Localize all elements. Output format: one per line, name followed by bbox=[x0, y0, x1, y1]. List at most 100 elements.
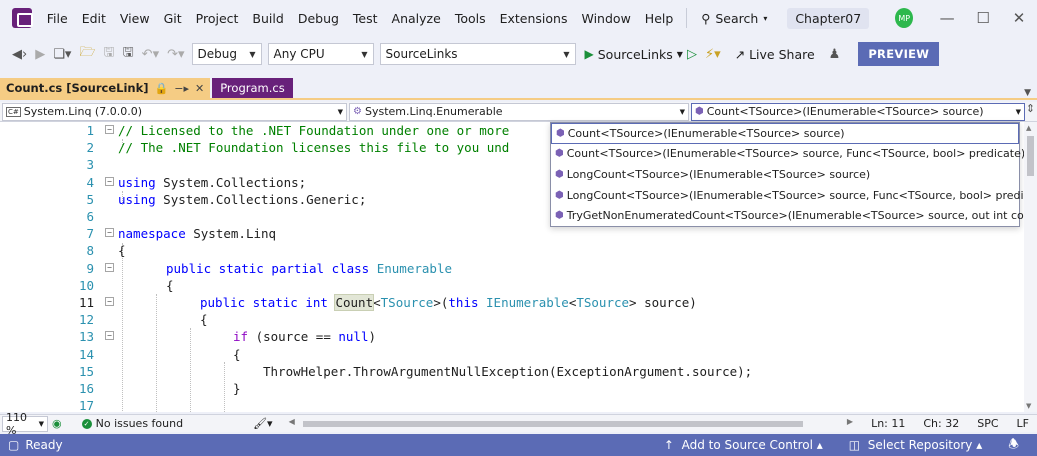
solution-name-badge[interactable]: Chapter07 bbox=[787, 7, 870, 29]
line-number: 11 bbox=[78, 295, 94, 310]
save-all-icon[interactable]: 🖫 bbox=[119, 43, 138, 65]
scroll-right-icon[interactable]: ▶ bbox=[847, 417, 853, 430]
type-select[interactable]: ⚙ System.Linq.Enumerable ▼ bbox=[349, 102, 689, 121]
menu-project[interactable]: Project bbox=[189, 11, 246, 26]
output-icon[interactable]: ▢ bbox=[8, 438, 19, 452]
select-repository-button[interactable]: ◫ Select Repository ▴ bbox=[849, 438, 982, 452]
menu-extensions[interactable]: Extensions bbox=[493, 11, 575, 26]
menu-debug[interactable]: Debug bbox=[291, 11, 346, 26]
vertical-scrollbar[interactable]: ▲ ▼ bbox=[1024, 122, 1037, 412]
feedback-icon[interactable]: ♟ bbox=[825, 47, 845, 62]
menu-test[interactable]: Test bbox=[346, 11, 385, 26]
chevron-down-icon: ▼ bbox=[1015, 107, 1021, 116]
issues-indicator[interactable]: ✓ No issues found bbox=[81, 417, 183, 430]
search-icon: ⚲ bbox=[701, 10, 711, 26]
code-line: 15 ThrowHelper.ThrowArgumentNullException… bbox=[0, 363, 1024, 380]
dropdown-item-selected[interactable]: ⬢ Count<TSource>(IEnumerable<TSource> sou… bbox=[551, 123, 1019, 144]
open-folder-icon[interactable]: 🗁 bbox=[75, 43, 99, 65]
code-text: ThrowHelper.ThrowArgumentNullException(E… bbox=[263, 363, 753, 379]
method-name-highlight[interactable]: Count bbox=[334, 294, 375, 311]
method-icon: ⬢ bbox=[695, 106, 704, 117]
new-project-icon[interactable]: ❏▾ bbox=[49, 47, 75, 62]
undo-icon[interactable]: ↶▾ bbox=[138, 47, 163, 62]
startup-project-value: SourceLinks bbox=[385, 47, 458, 61]
menu-help[interactable]: Help bbox=[638, 11, 681, 26]
split-editor-icon[interactable]: ⇕ bbox=[1024, 102, 1037, 122]
startup-project-select[interactable]: SourceLinks ▼ bbox=[379, 43, 576, 65]
user-avatar[interactable]: MP bbox=[895, 8, 914, 28]
code-text: { bbox=[200, 312, 208, 328]
hot-reload-icon[interactable]: ⚡▾ bbox=[701, 47, 725, 62]
code-text: System.Collections.Generic; bbox=[155, 191, 367, 207]
copilot-icon[interactable]: ◉ bbox=[52, 417, 62, 430]
chevron-down-icon: ▼ bbox=[249, 49, 256, 59]
line-number: 5 bbox=[86, 191, 94, 207]
member-select[interactable]: ⬢ Count<TSource>(IEnumerable<TSource> so… bbox=[691, 102, 1025, 121]
column-indicator[interactable]: Ch: 32 bbox=[923, 417, 959, 430]
assembly-select[interactable]: C# System.Linq (7.0.0.0) ▼ bbox=[2, 102, 347, 121]
platform-select[interactable]: Any CPU ▼ bbox=[267, 43, 374, 65]
visual-studio-logo-icon[interactable] bbox=[12, 8, 33, 28]
line-ending-indicator[interactable]: LF bbox=[1017, 417, 1029, 430]
start-debugging-button[interactable]: ▶ SourceLinks ▼ bbox=[585, 47, 683, 62]
tab-overflow-chevron-icon[interactable]: ▼ bbox=[1024, 88, 1031, 98]
line-indicator[interactable]: Ln: 11 bbox=[871, 417, 905, 430]
search-label: Search bbox=[715, 10, 759, 26]
scroll-thumb[interactable] bbox=[302, 420, 803, 427]
horizontal-scrollbar[interactable]: ◀ bbox=[289, 417, 809, 429]
save-icon[interactable]: 🖫 bbox=[100, 43, 119, 65]
comment-text: // Licensed to the .NET Foundation under… bbox=[118, 123, 510, 138]
method-icon: ⬢ bbox=[555, 148, 564, 160]
chevron-down-icon: ▼ bbox=[38, 419, 44, 428]
platform-value: Any CPU bbox=[273, 47, 325, 61]
forward-icon[interactable]: ▶ bbox=[31, 47, 49, 62]
menu-file[interactable]: File bbox=[40, 11, 75, 26]
tab-count-cs[interactable]: Count.cs [SourceLink] 🔒 −▸ ✕ bbox=[0, 78, 211, 98]
live-share-button[interactable]: ↗ Live Share bbox=[735, 47, 815, 62]
menu-window[interactable]: Window bbox=[575, 11, 638, 26]
start-without-debugging-icon[interactable]: ▷ bbox=[683, 47, 701, 62]
search-box[interactable]: ⚲ Search ▾ bbox=[693, 11, 775, 26]
configuration-select[interactable]: Debug ▼ bbox=[191, 43, 262, 65]
menu-analyze[interactable]: Analyze bbox=[385, 11, 448, 26]
code-line: 10 { bbox=[0, 277, 1024, 294]
close-icon[interactable]: ✕ bbox=[1001, 9, 1037, 27]
collapse-icon[interactable]: − bbox=[105, 262, 114, 272]
menu-edit[interactable]: Edit bbox=[75, 11, 113, 26]
menu-tools[interactable]: Tools bbox=[448, 11, 493, 26]
assembly-value: System.Linq (7.0.0.0) bbox=[23, 105, 142, 118]
scroll-up-icon[interactable]: ▲ bbox=[1026, 124, 1031, 132]
scroll-down-icon[interactable]: ▼ bbox=[1026, 402, 1031, 410]
notifications-bell-icon[interactable]: 🕭 bbox=[1008, 435, 1019, 456]
collapse-icon[interactable]: − bbox=[105, 297, 114, 306]
maximize-icon[interactable]: ☐ bbox=[965, 9, 1001, 27]
spacing-indicator[interactable]: SPC bbox=[977, 417, 998, 430]
minimize-icon[interactable]: — bbox=[929, 9, 965, 27]
preview-badge[interactable]: PREVIEW bbox=[858, 42, 940, 66]
csharp-project-icon: C# bbox=[6, 106, 21, 117]
menu-view[interactable]: View bbox=[113, 11, 157, 26]
redo-icon[interactable]: ↷▾ bbox=[163, 47, 188, 62]
scroll-left-icon[interactable]: ◀ bbox=[289, 417, 295, 426]
zoom-select[interactable]: 110 % ▼ bbox=[2, 411, 48, 437]
dropdown-item[interactable]: ⬢ LongCount<TSource>(IEnumerable<TSource>… bbox=[551, 185, 1037, 206]
dropdown-item[interactable]: ⬢ LongCount<TSource>(IEnumerable<TSource>… bbox=[551, 164, 1019, 185]
ready-label: Ready bbox=[25, 438, 63, 452]
menu-git[interactable]: Git bbox=[157, 11, 189, 26]
collapse-icon[interactable]: − bbox=[105, 125, 114, 134]
collapse-icon[interactable]: − bbox=[105, 228, 114, 238]
keyword: using bbox=[118, 191, 156, 207]
collapse-icon[interactable]: − bbox=[105, 331, 114, 341]
code-cleanup-icon[interactable]: 🖌▾ bbox=[253, 417, 273, 430]
line-number: 8 bbox=[86, 243, 94, 259]
collapse-icon[interactable]: − bbox=[105, 176, 114, 186]
menu-build[interactable]: Build bbox=[245, 11, 290, 26]
dropdown-item[interactable]: ⬢ Count<TSource>(IEnumerable<TSource> sou… bbox=[551, 144, 1025, 165]
back-icon[interactable]: ◀› bbox=[8, 47, 31, 62]
close-icon[interactable]: ✕ bbox=[195, 82, 204, 95]
scroll-thumb[interactable] bbox=[1027, 136, 1034, 176]
pin-icon[interactable]: −▸ bbox=[174, 82, 189, 95]
add-to-source-control-button[interactable]: ↑ Add to Source Control ▴ bbox=[664, 438, 823, 452]
dropdown-item[interactable]: ⬢ TryGetNonEnumeratedCount<TSource>(IEnum… bbox=[551, 205, 1037, 226]
tab-program-cs[interactable]: Program.cs bbox=[212, 78, 293, 98]
